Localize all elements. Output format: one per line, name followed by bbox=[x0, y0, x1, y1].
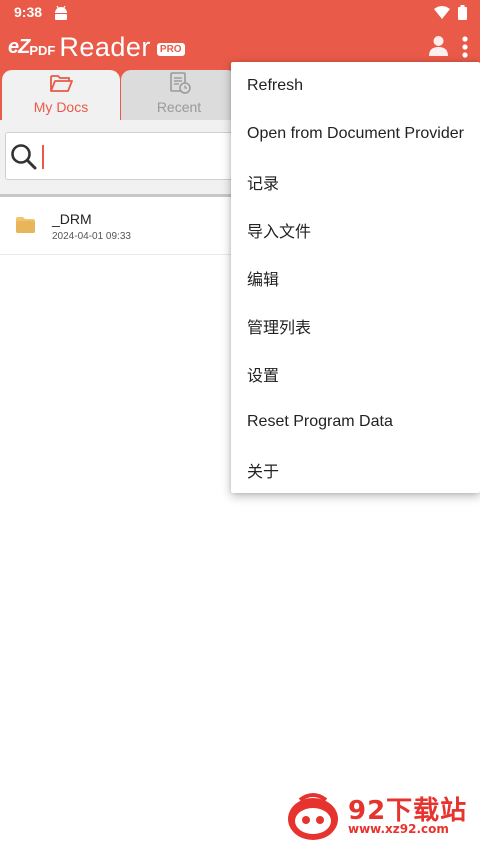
recent-document-icon bbox=[170, 72, 191, 94]
tab-recent[interactable]: Recent bbox=[121, 70, 237, 120]
overflow-menu: Refresh Open from Document Provider 记录 导… bbox=[231, 62, 480, 493]
logo-pdf: PDF bbox=[29, 42, 56, 58]
status-bar: 9:38 bbox=[0, 0, 480, 26]
search-icon bbox=[11, 144, 37, 170]
menu-item-manage-list[interactable]: 管理列表 bbox=[231, 302, 480, 350]
menu-item-edit[interactable]: 编辑 bbox=[231, 254, 480, 302]
tab-my-docs-label: My Docs bbox=[33, 99, 89, 115]
battery-icon bbox=[458, 5, 467, 20]
folder-icon bbox=[16, 217, 35, 233]
status-time: 9:38 bbox=[14, 4, 43, 20]
menu-item-reset-program-data[interactable]: Reset Program Data bbox=[231, 398, 480, 446]
logo-ez: eZ bbox=[8, 36, 30, 58]
file-date: 2024-04-01 09:33 bbox=[52, 231, 131, 242]
menu-item-open-from-document-provider[interactable]: Open from Document Provider bbox=[231, 110, 480, 158]
watermark: 92下载站 www.xz92.com bbox=[286, 790, 476, 846]
logo-pro-badge: PRO bbox=[156, 43, 185, 56]
wifi-icon bbox=[434, 6, 450, 19]
watermark-logo-icon bbox=[288, 793, 338, 840]
logo-reader: Reader bbox=[59, 32, 151, 62]
watermark-url: www.xz92.com bbox=[348, 822, 449, 836]
overflow-menu-icon[interactable] bbox=[462, 36, 468, 58]
text-cursor bbox=[42, 145, 44, 169]
tab-recent-label: Recent bbox=[156, 99, 202, 115]
menu-item-about[interactable]: 关于 bbox=[231, 446, 480, 494]
account-icon[interactable] bbox=[429, 35, 448, 56]
menu-item-history[interactable]: 记录 bbox=[231, 158, 480, 206]
menu-item-import-file[interactable]: 导入文件 bbox=[231, 206, 480, 254]
app-logo: eZ PDF Reader PRO bbox=[8, 32, 185, 63]
file-name: _DRM bbox=[52, 211, 92, 227]
tab-my-docs[interactable]: My Docs bbox=[2, 70, 120, 120]
menu-item-refresh[interactable]: Refresh bbox=[231, 62, 480, 110]
android-icon bbox=[55, 5, 67, 20]
menu-item-settings[interactable]: 设置 bbox=[231, 350, 480, 398]
folder-open-icon bbox=[50, 75, 73, 92]
